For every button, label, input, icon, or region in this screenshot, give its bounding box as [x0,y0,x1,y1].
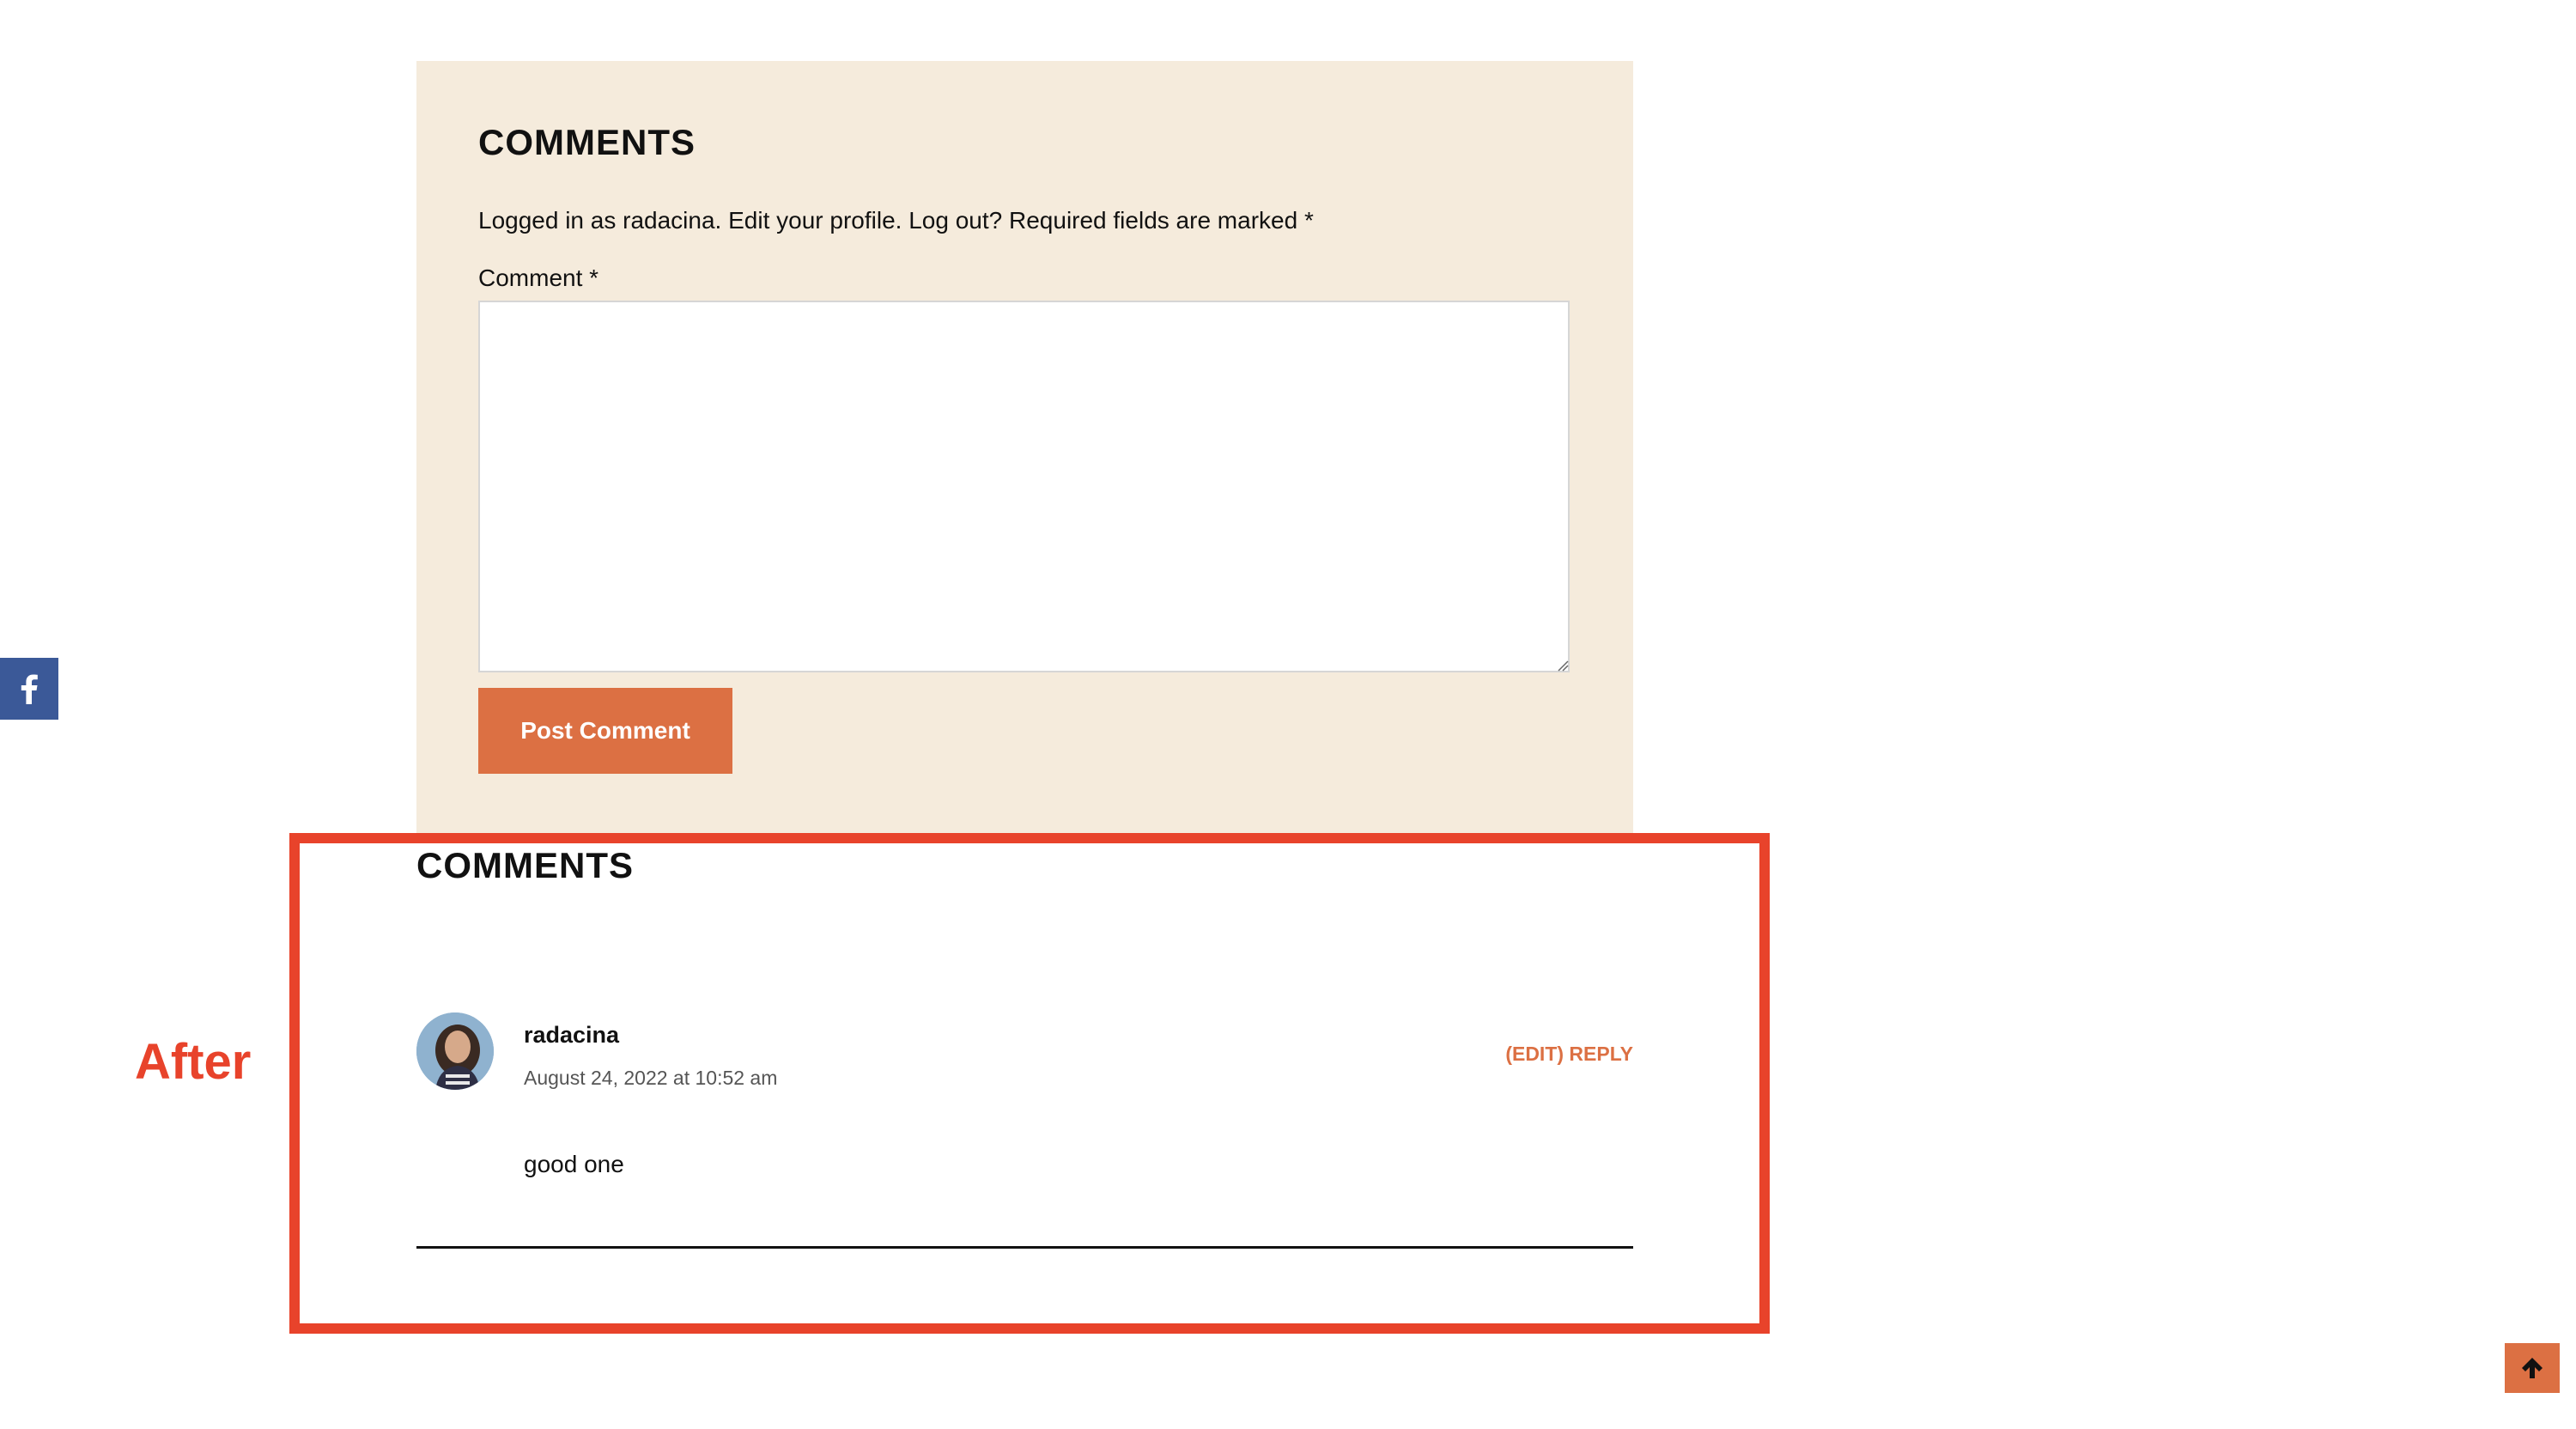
annotation-highlight-box [289,833,1770,1334]
page: COMMENTS Logged in as radacina. Edit you… [0,0,2576,1429]
facebook-icon [21,674,38,704]
comment-form-title: COMMENTS [478,122,696,162]
edit-profile-link[interactable]: Edit your profile. [728,207,902,234]
logged-in-text: Logged in as radacina. [478,207,722,234]
annotation-after-label: After [135,1034,252,1090]
log-out-link[interactable]: Log out? [908,207,1002,234]
required-fields-note: Required fields are marked * [1009,207,1314,234]
comment-field-label: Comment * [478,265,599,291]
comment-form-panel: COMMENTS Logged in as radacina. Edit you… [416,61,1633,833]
resize-handle-icon[interactable] [1557,660,1569,672]
comment-textarea[interactable] [478,301,1570,672]
scroll-to-top-button[interactable] [2505,1343,2560,1393]
logged-in-line: Logged in as radacina. Edit your profile… [478,209,1314,233]
facebook-share-button[interactable] [0,658,58,720]
arrow-up-icon [2522,1358,2543,1378]
post-comment-button[interactable]: Post Comment [478,688,732,774]
